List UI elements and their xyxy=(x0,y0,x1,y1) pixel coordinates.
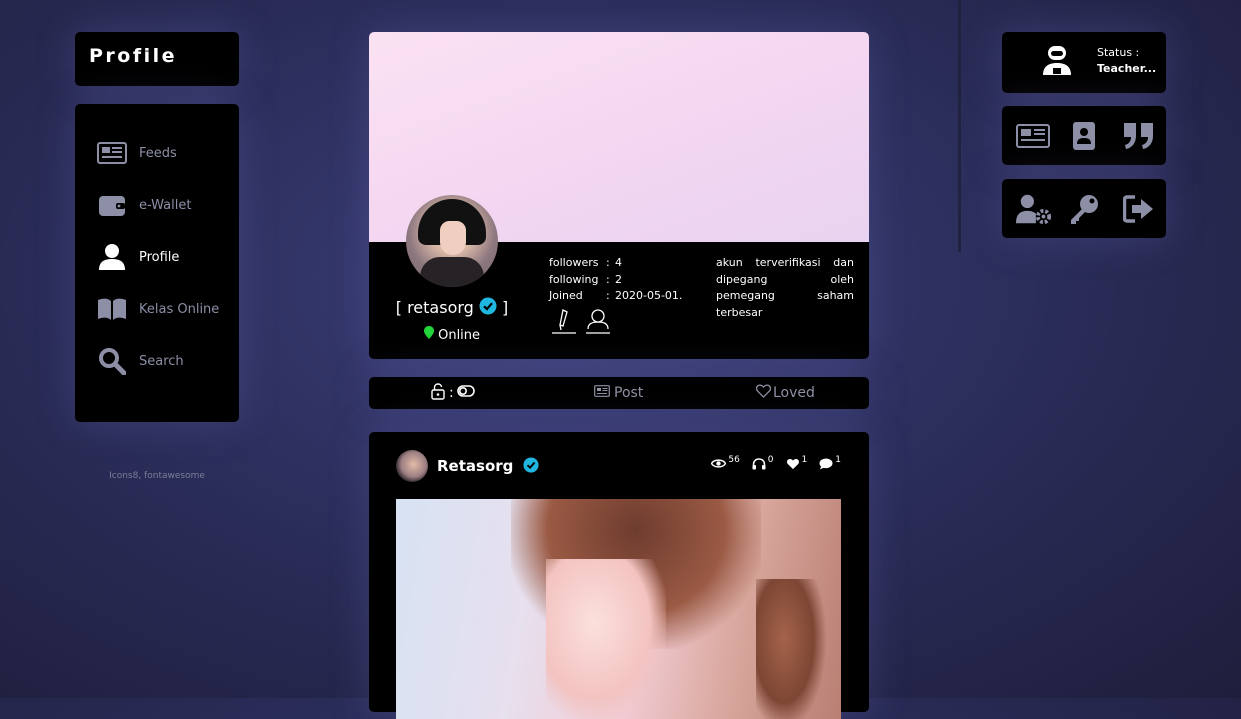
newspaper-icon xyxy=(594,385,610,401)
post-meta: 56 0 1 1 xyxy=(711,455,841,473)
comment-icon xyxy=(819,458,833,473)
heart-icon xyxy=(786,458,800,473)
verified-badge-icon xyxy=(523,457,539,477)
teacher-badge-icon[interactable] xyxy=(585,307,611,339)
eye-icon xyxy=(711,458,727,472)
search-icon xyxy=(97,346,127,376)
tab-private[interactable]: : xyxy=(430,377,475,409)
post-card: Retasorg 56 0 1 1 xyxy=(369,432,869,719)
sidebar-item-search[interactable]: Search xyxy=(97,344,232,378)
wallet-icon xyxy=(97,190,127,220)
user-settings-icon[interactable] xyxy=(1016,193,1052,225)
stat-joined: Joined:2020-05-01. xyxy=(549,289,683,302)
quote-icon[interactable] xyxy=(1123,120,1155,152)
post-author-row[interactable]: Retasorg xyxy=(437,457,539,477)
sidebar-item-profile[interactable]: Profile xyxy=(97,240,232,274)
contact-card-icon[interactable] xyxy=(1068,120,1100,152)
sidebar-item-feeds[interactable]: Feeds xyxy=(97,136,232,170)
tab-post-label: Post xyxy=(614,385,644,401)
online-dot-icon xyxy=(423,326,438,343)
robot-user-icon xyxy=(1042,44,1072,80)
avatar[interactable] xyxy=(406,195,498,287)
newspaper-icon xyxy=(97,138,127,168)
post-author-name: Retasorg xyxy=(437,457,514,475)
status-value: Teacher... xyxy=(1097,62,1157,75)
sidebar-nav: Feeds e-Wallet Profile Kelas Online Sear… xyxy=(75,104,239,422)
tab-post[interactable]: Post xyxy=(594,377,643,409)
achievement-badges xyxy=(551,307,611,339)
book-icon xyxy=(97,294,127,324)
logout-icon[interactable] xyxy=(1123,193,1155,225)
sidebar-item-label: e-Wallet xyxy=(139,197,192,213)
sidebar-item-kelas-online[interactable]: Kelas Online xyxy=(97,292,232,326)
key-icon[interactable] xyxy=(1068,193,1100,225)
online-status-text: Online xyxy=(438,328,481,343)
tab-loved-label: Loved xyxy=(773,385,815,401)
settings-row xyxy=(1002,179,1166,238)
toggle-icon xyxy=(456,385,475,401)
profile-card: [ retasorg ] Online followers:4 followin… xyxy=(369,32,869,359)
lock-icon xyxy=(430,382,446,404)
stat-following[interactable]: following:2 xyxy=(549,272,682,289)
sidebar-item-ewallet[interactable]: e-Wallet xyxy=(97,188,232,222)
verified-badge-icon xyxy=(479,297,497,319)
profile-username: [ retasorg xyxy=(395,298,474,317)
post-comments[interactable]: 1 xyxy=(819,455,841,473)
newspaper-icon[interactable] xyxy=(1016,120,1050,152)
page-title-box: Profile xyxy=(75,32,239,86)
tab-private-sep: : xyxy=(449,385,454,401)
heart-outline-icon xyxy=(755,384,772,402)
sidebar-item-label: Feeds xyxy=(139,145,177,161)
headphones-icon xyxy=(752,458,766,473)
post-image[interactable] xyxy=(396,499,841,719)
status-label: Status : xyxy=(1097,46,1140,59)
quick-links-row xyxy=(1002,106,1166,165)
profile-username-row: [ retasorg ] xyxy=(369,297,535,319)
pen-badge-icon[interactable] xyxy=(551,307,577,339)
profile-stats: followers:4 following:2 Joined:2020-05-0… xyxy=(549,255,682,305)
post-likes[interactable]: 1 xyxy=(786,455,807,473)
post-views: 56 xyxy=(711,455,740,473)
sidebar-item-label: Kelas Online xyxy=(139,301,220,317)
profile-bio: akun terverifikasi dan dipegang oleh pem… xyxy=(716,256,854,319)
profile-username-bracket: ] xyxy=(502,298,509,317)
user-icon xyxy=(97,242,127,272)
profile-tabs: : Post Loved xyxy=(369,377,869,409)
column-divider xyxy=(958,0,961,252)
credits-text: Icons8, fontawesome xyxy=(109,471,205,481)
sidebar-item-label: Profile xyxy=(139,249,180,265)
post-listens[interactable]: 0 xyxy=(752,455,774,473)
stat-followers[interactable]: followers:4 xyxy=(549,255,682,272)
status-box[interactable]: Status : Teacher... xyxy=(1002,32,1166,93)
online-status: Online xyxy=(369,326,535,343)
page-title: Profile xyxy=(89,45,178,67)
post-author-avatar[interactable] xyxy=(396,450,428,482)
sidebar-item-label: Search xyxy=(139,353,184,369)
tab-loved[interactable]: Loved xyxy=(755,377,815,409)
